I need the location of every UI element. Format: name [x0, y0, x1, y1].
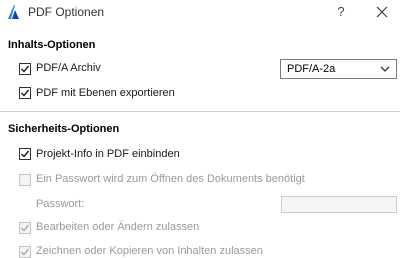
project-info-label: Projekt-Info in PDF einbinden — [36, 148, 180, 160]
copy-allowed-checkbox[interactable] — [19, 246, 31, 258]
window-title: PDF Optionen — [28, 5, 105, 19]
copy-allowed-label: Zeichnen oder Kopieren von Inhalten zula… — [36, 245, 263, 257]
open-password-checkbox[interactable] — [19, 174, 31, 186]
edit-allowed-label: Bearbeiten oder Ändern zulassen — [36, 221, 200, 233]
export-layers-checkbox[interactable] — [19, 87, 31, 99]
pdfa-version-value: PDF/A-2a — [287, 63, 336, 75]
section-divider — [0, 111, 400, 112]
app-logo-icon — [6, 4, 22, 20]
checkmark-icon — [21, 224, 30, 232]
security-options-heading: Sicherheits-Optionen — [8, 123, 120, 135]
help-button[interactable]: ? — [332, 3, 350, 21]
edit-allowed-checkbox[interactable] — [19, 222, 31, 234]
pdfa-archive-label: PDF/A Archiv — [36, 62, 101, 74]
checkmark-icon — [21, 89, 30, 97]
close-icon — [376, 6, 388, 18]
open-password-label: Ein Passwort wird zum Öffnen des Dokumen… — [36, 173, 305, 185]
content-options-heading: Inhalts-Optionen — [8, 39, 96, 51]
checkmark-icon — [21, 150, 30, 158]
checkmark-icon — [21, 65, 30, 73]
chevron-down-icon — [380, 66, 390, 72]
password-label: Passwort: — [36, 198, 85, 210]
pdfa-version-select[interactable]: PDF/A-2a — [280, 59, 397, 79]
pdfa-archive-checkbox[interactable] — [19, 63, 31, 75]
password-field[interactable] — [281, 196, 397, 213]
checkmark-icon — [21, 248, 30, 256]
export-layers-label: PDF mit Ebenen exportieren — [36, 87, 175, 99]
title-bar: PDF Optionen ? — [0, 0, 400, 27]
close-button[interactable] — [372, 3, 392, 21]
project-info-checkbox[interactable] — [19, 148, 31, 160]
